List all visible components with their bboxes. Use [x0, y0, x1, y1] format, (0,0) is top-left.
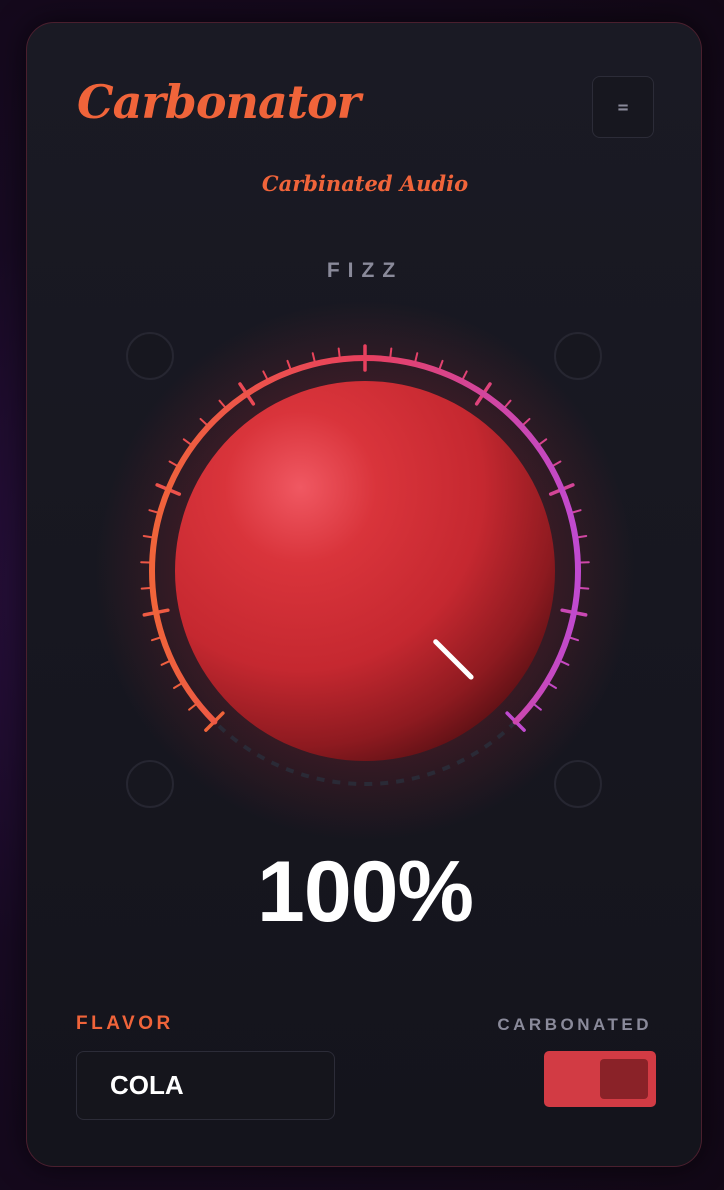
knob-body[interactable]: [175, 381, 555, 761]
knob-minor-tick: [577, 534, 588, 539]
carbonated-label: CARBONATED: [497, 1015, 652, 1034]
fizz-knob[interactable]: [27, 23, 703, 843]
knob-minor-tick: [142, 534, 153, 539]
knob-minor-tick: [389, 347, 393, 358]
knob-minor-tick: [140, 586, 151, 590]
knob-minor-tick: [579, 586, 590, 590]
carbonated-toggle[interactable]: [544, 1051, 656, 1107]
toggle-thumb: [600, 1059, 648, 1099]
knob-minor-tick: [337, 347, 341, 358]
flavor-select[interactable]: COLA: [76, 1051, 335, 1120]
flavor-label: FLAVOR: [76, 1013, 174, 1034]
fizz-value: 100%: [257, 844, 474, 940]
plugin-panel: Carbonator = Carbinated Audio FIZZ 100% …: [26, 22, 702, 1167]
